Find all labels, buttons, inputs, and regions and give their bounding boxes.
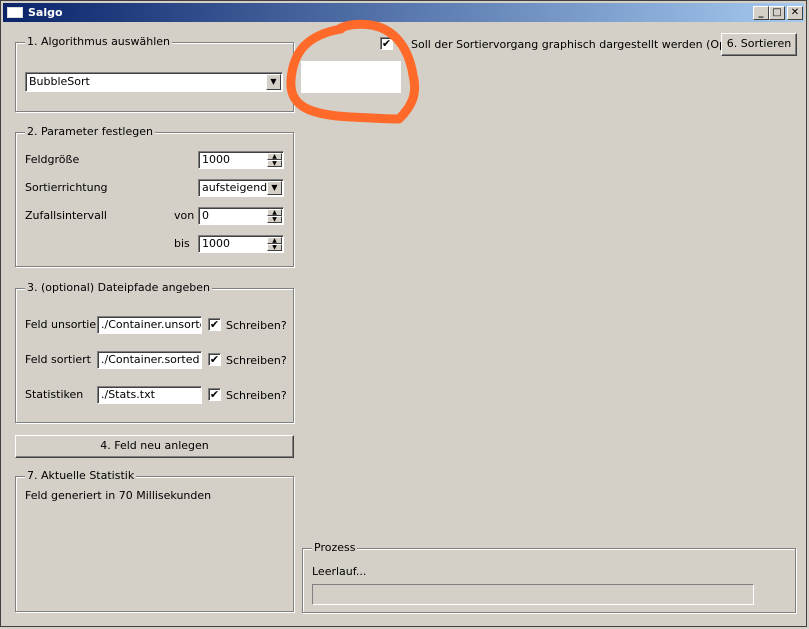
to-spin[interactable]: ▲ ▼ [267, 237, 282, 251]
sort-button[interactable]: 6. Sortieren [721, 33, 797, 56]
chevron-down-icon[interactable]: ▼ [267, 181, 282, 195]
new-field-button[interactable]: 4. Feld neu anlegen [15, 435, 294, 458]
stats-path-label: Statistiken [25, 388, 84, 401]
from-stepper[interactable]: 0 ▲ ▼ [198, 207, 284, 225]
sorted-label: Feld sortiert [25, 353, 91, 366]
params-group: 2. Parameter festlegen Feldgröße 1000 ▲ ▼… [15, 125, 294, 267]
algorithm-select[interactable]: BubbleSort ▼ [25, 72, 283, 92]
direction-value: aufsteigend [202, 181, 268, 194]
unsorted-path-value: ./Container.unsorted [101, 318, 201, 331]
unsorted-path-input[interactable]: ./Container.unsorted [97, 316, 202, 334]
unsorted-write-label: Schreiben? [226, 319, 287, 332]
main-window: Salgo _ □ ✕ 1. Algorithmus auswählen Bub… [0, 0, 807, 627]
progress-bar [312, 584, 754, 605]
spin-down-icon[interactable]: ▼ [267, 160, 282, 167]
size-stepper[interactable]: 1000 ▲ ▼ [198, 151, 284, 169]
paths-group-label: 3. (optional) Dateipfade angeben [25, 281, 213, 295]
sorted-write-label: Schreiben? [226, 354, 287, 367]
to-label: bis [174, 237, 190, 250]
size-label: Feldgröße [25, 153, 80, 166]
process-group: Prozess Leerlauf... [302, 541, 796, 613]
close-button[interactable]: ✕ [787, 6, 803, 20]
direction-select[interactable]: aufsteigend ▼ [198, 179, 284, 197]
sorted-path-value: ./Container.sorted [101, 353, 200, 366]
interval-label: Zufallsintervall [25, 209, 107, 222]
algorithm-group-label: 1. Algorithmus auswählen [25, 35, 173, 49]
spin-up-icon[interactable]: ▲ [267, 209, 282, 216]
algorithm-group: 1. Algorithmus auswählen BubbleSort ▼ [15, 35, 294, 112]
from-value: 0 [202, 209, 209, 222]
window-title: Salgo [28, 6, 63, 19]
orange-annotation-scribble [286, 19, 420, 124]
stats-write-label: Schreiben? [226, 389, 287, 402]
spin-up-icon[interactable]: ▲ [267, 153, 282, 160]
stats-path-value: ./Stats.txt [101, 388, 155, 401]
algorithm-selected: BubbleSort [29, 75, 90, 88]
minimize-button[interactable]: _ [753, 6, 769, 20]
from-label: von [174, 209, 195, 222]
app-icon [7, 7, 23, 18]
stats-path-input[interactable]: ./Stats.txt [97, 386, 202, 404]
size-value: 1000 [202, 153, 230, 166]
from-spin[interactable]: ▲ ▼ [267, 209, 282, 223]
maximize-button[interactable]: □ [769, 6, 785, 20]
stats-text: Feld generiert in 70 Millisekunden [25, 489, 212, 502]
params-group-label: 2. Parameter festlegen [25, 125, 155, 139]
unsorted-label: Feld unsortiert [25, 318, 105, 331]
spin-down-icon[interactable]: ▼ [267, 216, 282, 223]
unsorted-write-checkbox[interactable]: ✔ [208, 318, 221, 331]
stats-write-checkbox[interactable]: ✔ [208, 388, 221, 401]
spin-down-icon[interactable]: ▼ [267, 244, 282, 251]
to-value: 1000 [202, 237, 230, 250]
process-status: Leerlauf... [312, 565, 367, 578]
stats-group: 7. Aktuelle Statistik Feld generiert in … [15, 469, 294, 612]
opengl-label: Soll der Sortiervorgang graphisch darges… [411, 38, 765, 51]
spin-up-icon[interactable]: ▲ [267, 237, 282, 244]
sorted-path-input[interactable]: ./Container.sorted [97, 351, 202, 369]
sorted-write-checkbox[interactable]: ✔ [208, 353, 221, 366]
direction-label: Sortierrichtung [25, 181, 108, 194]
paths-group: 3. (optional) Dateipfade angeben Feld un… [15, 281, 294, 423]
size-spin[interactable]: ▲ ▼ [267, 153, 282, 167]
stats-group-label: 7. Aktuelle Statistik [25, 469, 137, 483]
process-group-label: Prozess [312, 541, 358, 555]
to-stepper[interactable]: 1000 ▲ ▼ [198, 235, 284, 253]
